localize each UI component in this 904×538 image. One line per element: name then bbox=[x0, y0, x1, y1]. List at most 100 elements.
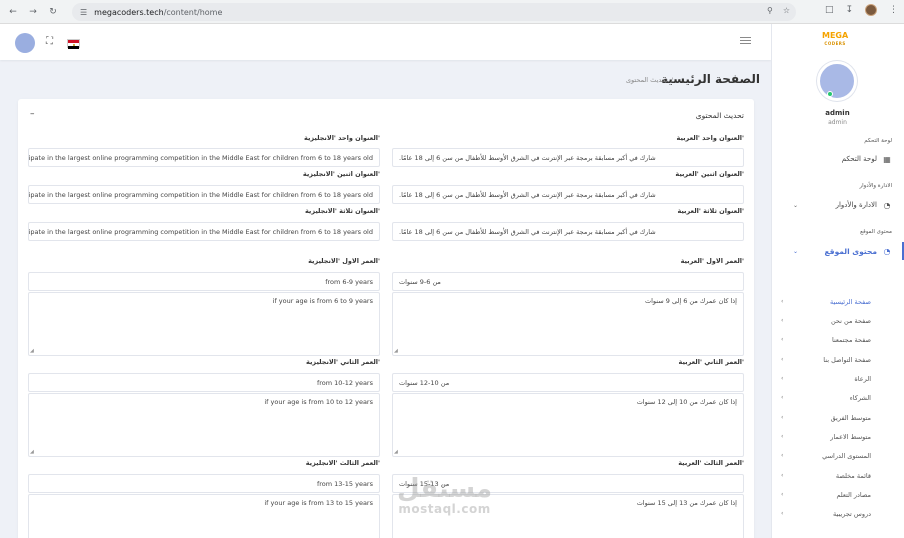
extensions-icon[interactable]: □ bbox=[825, 5, 834, 15]
browser-toolbar: ← → ↻ ☰ megacoders.tech/content/home ⚲ ☆… bbox=[0, 0, 904, 24]
title2-en-input[interactable]: cipate in the largest online programming… bbox=[28, 185, 380, 204]
sidebar-subitem[interactable]: ‹ صفحة التواصل بنا bbox=[772, 356, 903, 366]
sidebar-subitem-label: صفحة من نحن bbox=[830, 317, 871, 325]
grid-icon: ▦ bbox=[883, 154, 891, 164]
user-avatar[interactable] bbox=[15, 33, 35, 53]
fullscreen-icon[interactable]: ⛶ bbox=[46, 36, 53, 47]
sidebar-subitem[interactable]: ‹ قائمة مخلصة bbox=[772, 472, 903, 482]
menu-toggle-icon[interactable] bbox=[740, 37, 751, 46]
globe-icon: ◔ bbox=[883, 246, 891, 256]
resize-handle-icon[interactable]: ◢ bbox=[30, 349, 34, 354]
address-bar[interactable]: ☰ megacoders.tech/content/home ⚲ ☆ bbox=[72, 3, 796, 21]
breadcrumb-current: تحديث المحتوى bbox=[625, 76, 668, 84]
age3-en-input[interactable]: from 13-15 years bbox=[28, 474, 380, 493]
age2-en-textarea[interactable]: if your age is from 10 to 12 years ◢ bbox=[28, 393, 380, 457]
sidebar-subitem[interactable]: ‹ الشركاء bbox=[772, 394, 903, 404]
watermark-arabic: مستقل bbox=[397, 474, 493, 504]
sidebar-subitem-label: صفحة مجتمعنا bbox=[831, 336, 871, 344]
age1-en-input[interactable]: from 6-9 years bbox=[28, 272, 380, 291]
app-topbar: ⛶ bbox=[0, 24, 771, 60]
age3-en-label: العمر الثالث 'الانجليزية' bbox=[305, 459, 380, 467]
sidebar-item-dashboard[interactable]: لوحة التحكم ▦ bbox=[842, 154, 892, 164]
logo[interactable]: MEGA CODERS bbox=[822, 32, 848, 48]
online-status-dot bbox=[827, 91, 833, 97]
sidebar-avatar bbox=[817, 61, 857, 101]
bookmark-star-icon[interactable]: ☆ bbox=[783, 6, 790, 15]
title3-ar-input[interactable]: شارك في أكبر مسابقة برمجة عبر الإنترنت ف… bbox=[392, 222, 744, 241]
sidebar-user-name: admin bbox=[825, 109, 850, 117]
title3-en-input[interactable]: cipate in the largest online programming… bbox=[28, 222, 380, 241]
title2-ar-input[interactable]: شارك في أكبر مسابقة برمجة عبر الإنترنت ف… bbox=[392, 185, 744, 204]
title1-en-label: العنوان واحد 'الانجليزية' bbox=[304, 134, 380, 142]
resize-handle-icon[interactable]: ◢ bbox=[394, 349, 398, 354]
sidebar-subitem[interactable]: ‹ صفحة الرئيسية bbox=[772, 298, 903, 308]
title3-en-label: العنوان ثلاثة 'الانجليزية' bbox=[304, 207, 380, 215]
age1-ar-input[interactable]: من 6-9 سنوات bbox=[392, 272, 744, 291]
sidebar-subitem-label: صفحة الرئيسية bbox=[830, 298, 871, 306]
sidebar-subitem-label: قائمة مخلصة bbox=[835, 472, 871, 480]
resize-handle-icon[interactable]: ◢ bbox=[394, 450, 398, 455]
title3-ar-label: العنوان ثلاثة 'العربية' bbox=[677, 207, 744, 215]
chevron-left-icon: ‹ bbox=[781, 414, 784, 421]
title1-ar-input[interactable]: شارك في أكبر مسابقة برمجة عبر الإنترنت ف… bbox=[392, 148, 744, 167]
title2-ar-label: العنوان اثنين 'العربية' bbox=[675, 170, 744, 178]
age2-ar-textarea[interactable]: إذا كان عمرك من 10 إلى 12 سنوات ◢ bbox=[392, 393, 744, 457]
page-title: الصفحة الرئيسية bbox=[660, 72, 760, 86]
chevron-left-icon: ‹ bbox=[781, 336, 784, 343]
sidebar-subitem-label: دروس تجريبية bbox=[833, 510, 871, 518]
chevron-left-icon: ‹ bbox=[781, 356, 784, 363]
chevron-left-icon: ‹ bbox=[781, 298, 784, 305]
watermark-latin: mostaql.com bbox=[398, 502, 491, 516]
section-dashboard: لوحة التحكم bbox=[864, 138, 892, 144]
sidebar-subitem[interactable]: ‹ متوسط الفريق bbox=[772, 414, 903, 424]
chevron-left-icon: ‹ bbox=[781, 510, 784, 517]
collapse-button[interactable]: – bbox=[30, 109, 35, 119]
content-card: تحديث المحتوى – العنوان واحد 'العربية' ا… bbox=[18, 99, 754, 538]
sidebar-subitem[interactable]: ‹ صفحة مجتمعنا bbox=[772, 336, 903, 346]
title2-en-label: العنوان اثنين 'الانجليزية' bbox=[302, 170, 380, 178]
title1-ar-label: العنوان واحد 'العربية' bbox=[676, 134, 744, 142]
zoom-icon[interactable]: ⚲ bbox=[767, 6, 773, 15]
resize-handle-icon[interactable]: ◢ bbox=[30, 450, 34, 455]
sidebar-subitem-label: صفحة التواصل بنا bbox=[823, 356, 871, 364]
site-settings-icon[interactable]: ☰ bbox=[80, 8, 87, 17]
profile-avatar[interactable] bbox=[865, 4, 877, 16]
chevron-left-icon: ‹ bbox=[781, 491, 784, 498]
sidebar-subitem[interactable]: ‹ مصادر التعلم bbox=[772, 491, 903, 501]
sidebar-subitem-label: متوسط الاعمار bbox=[830, 433, 871, 441]
reload-icon[interactable]: ↻ bbox=[46, 5, 60, 19]
age2-en-label: العمر الثاني 'الانجليزية' bbox=[306, 358, 380, 366]
chevron-left-icon: ‹ bbox=[781, 472, 784, 479]
sidebar-subitem[interactable]: ‹ دروس تجريبية bbox=[772, 510, 903, 520]
sidebar-subitem[interactable]: ‹ الرعاة bbox=[772, 375, 903, 385]
age2-en-input[interactable]: from 10-12 years bbox=[28, 373, 380, 392]
sidebar-item-roles[interactable]: ⌄ الادارة والأدوار ◔ bbox=[782, 200, 892, 210]
sidebar-item-label: محتوى الموقع bbox=[824, 246, 877, 256]
forward-icon[interactable]: → bbox=[26, 5, 40, 19]
sidebar-item-label: لوحة التحكم bbox=[841, 155, 877, 163]
sidebar-item-content[interactable]: ⌄ محتوى الموقع ◔ bbox=[782, 246, 892, 256]
sidebar-subitem-label: الشركاء bbox=[849, 394, 871, 402]
age1-ar-textarea[interactable]: إذا كان عمرك من 6 إلى 9 سنوات ◢ bbox=[392, 292, 744, 356]
back-icon[interactable]: ← bbox=[6, 5, 20, 19]
age2-ar-label: العمر الثاني 'العربية' bbox=[678, 358, 744, 366]
chevron-left-icon: ‹ bbox=[781, 317, 784, 324]
title1-en-input[interactable]: cipate in the largest online programming… bbox=[28, 148, 380, 167]
browser-menu-icon[interactable]: ⋮ bbox=[889, 5, 898, 15]
age2-ar-input[interactable]: من 10-12 سنوات bbox=[392, 373, 744, 392]
section-content: محتوى الموقع bbox=[860, 229, 892, 235]
chevron-left-icon: ‹ bbox=[781, 452, 784, 459]
sidebar-subitem-label: مصادر التعلم bbox=[836, 491, 871, 499]
egypt-flag-icon[interactable] bbox=[67, 39, 80, 49]
watermark: مستقل mostaql.com bbox=[397, 476, 492, 516]
sidebar-subitem-label: متوسط الفريق bbox=[830, 414, 871, 422]
sidebar-subitem[interactable]: ‹ صفحة من نحن bbox=[772, 317, 903, 327]
chevron-left-icon: ‹ bbox=[781, 394, 784, 401]
sidebar-subitem[interactable]: ‹ المستوى الدراسي bbox=[772, 452, 903, 462]
breadcrumb-separator: / bbox=[670, 76, 673, 84]
sidebar-subitem[interactable]: ‹ متوسط الاعمار bbox=[772, 433, 903, 443]
download-icon[interactable]: ↧ bbox=[845, 5, 853, 15]
chevron-left-icon: ‹ bbox=[781, 433, 784, 440]
age1-en-textarea[interactable]: if your age is from 6 to 9 years ◢ bbox=[28, 292, 380, 356]
age3-en-textarea[interactable]: if your age is from 13 to 15 years bbox=[28, 494, 380, 538]
